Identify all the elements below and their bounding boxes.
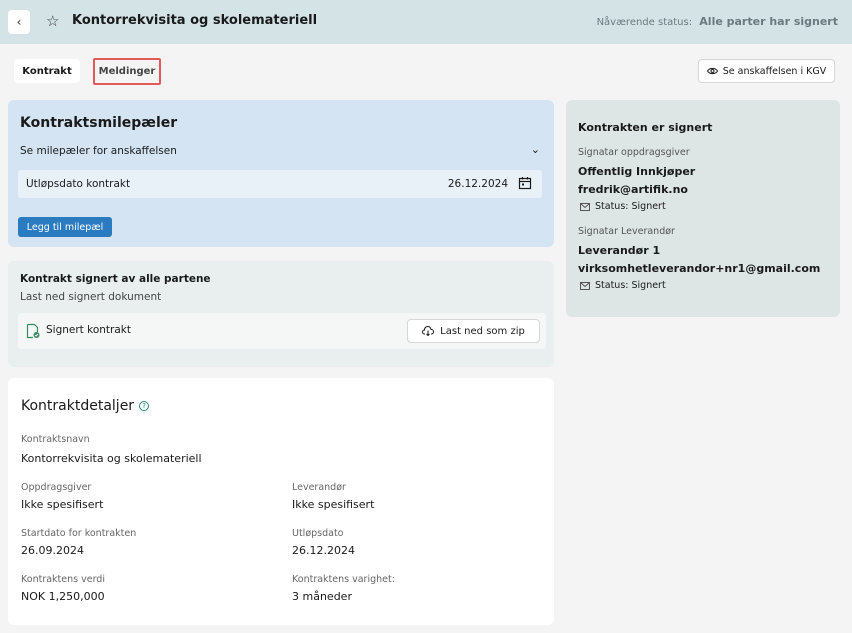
milestone-date: 26.12.2024 xyxy=(447,178,508,190)
chevron-left-icon: ‹ xyxy=(16,15,22,29)
signed-contract-subtitle: Last ned signert dokument xyxy=(20,291,162,303)
tab-kontrakt[interactable]: Kontrakt xyxy=(14,59,80,83)
status-value: Alle parter har signert xyxy=(699,15,838,28)
page-header: ‹ ☆ Kontorrekvisita og skolemateriell Nå… xyxy=(0,0,852,44)
duration-value: 3 måneder xyxy=(292,590,352,603)
signed-contract-title: Kontrakt signert av alle partene xyxy=(20,273,211,285)
signed-document-row: Signert kontrakt Last ned som zip xyxy=(18,313,546,349)
supplier-signatory-name: Leverandør 1 xyxy=(578,244,661,257)
page-title: Kontorrekvisita og skolemateriell xyxy=(72,13,318,28)
milestone-label: Utløpsdato kontrakt xyxy=(26,178,131,190)
status-indicator: Nåværende status: Alle parter har signer… xyxy=(597,15,838,28)
supplier-label: Leverandør xyxy=(292,482,346,493)
client-signatory-email: fredrik@artifik.no xyxy=(578,183,688,196)
envelope-icon xyxy=(580,202,590,211)
download-zip-button[interactable]: Last ned som zip xyxy=(407,319,540,343)
contract-value-label: Kontraktens verdi xyxy=(21,574,105,585)
signed-document-label[interactable]: Signert kontrakt xyxy=(46,324,131,336)
supplier-signatory-email: virksomhetleverandor+nr1@gmail.com xyxy=(578,262,821,275)
cloud-download-icon xyxy=(422,326,435,336)
add-milestone-button[interactable]: Legg til milepæl xyxy=(18,217,112,237)
milestones-card: Kontraktsmilepæler Se milepæler for ansk… xyxy=(8,100,554,247)
download-zip-label: Last ned som zip xyxy=(440,325,525,337)
milestone-row: Utløpsdato kontrakt 26.12.2024 xyxy=(18,170,542,198)
chevron-down-icon[interactable]: ⌄ xyxy=(531,143,540,156)
contract-details-card: Kontraktdetaljer? Kontraktsnavn Kontorre… xyxy=(8,378,554,625)
contract-value-value: NOK 1,250,000 xyxy=(21,590,105,603)
signature-panel-title: Kontrakten er signert xyxy=(578,121,713,134)
client-label: Oppdragsgiver xyxy=(21,482,92,493)
milestones-title: Kontraktsmilepæler xyxy=(20,115,178,131)
status-label: Nåværende status: xyxy=(596,17,693,28)
expiry-date-value: 26.12.2024 xyxy=(292,544,355,557)
tab-meldinger[interactable]: Meldinger xyxy=(93,58,161,85)
signature-panel: Kontrakten er signert Signatar oppdragsg… xyxy=(566,100,840,317)
supplier-status-text: Status: Signert xyxy=(595,280,666,291)
start-date-label: Startdato for kontrakten xyxy=(21,528,137,539)
duration-label: Kontraktens varighet: xyxy=(292,574,395,585)
help-icon[interactable]: ? xyxy=(139,401,150,411)
calendar-icon[interactable] xyxy=(518,176,532,190)
contract-details-heading: Kontraktdetaljer xyxy=(21,398,135,414)
view-in-kgv-button[interactable]: Se anskaffelsen i KGV xyxy=(698,59,835,83)
eye-icon xyxy=(706,67,718,75)
supplier-signatory-label: Signatar Leverandør xyxy=(578,226,675,237)
document-check-icon xyxy=(26,323,40,339)
tab-bar: Kontrakt Meldinger Se anskaffelsen i KGV xyxy=(0,44,852,90)
client-signature-status: Status: Signert xyxy=(580,201,666,212)
contract-name-label: Kontraktsnavn xyxy=(21,434,90,445)
back-button[interactable]: ‹ xyxy=(8,10,30,34)
supplier-signature-status: Status: Signert xyxy=(580,280,666,291)
supplier-value: Ikke spesifisert xyxy=(292,498,375,511)
contract-details-title: Kontraktdetaljer? xyxy=(21,398,150,414)
start-date-value: 26.09.2024 xyxy=(21,544,84,557)
client-status-text: Status: Signert xyxy=(595,201,666,212)
star-icon[interactable]: ☆ xyxy=(46,11,59,31)
view-in-kgv-label: Se anskaffelsen i KGV xyxy=(722,65,827,77)
client-value: Ikke spesifisert xyxy=(21,498,104,511)
client-signatory-name: Offentlig Innkjøper xyxy=(578,165,696,178)
expiry-date-label: Utløpsdato xyxy=(292,528,344,539)
client-signatory-label: Signatar oppdragsgiver xyxy=(578,147,690,158)
signed-contract-card: Kontrakt signert av alle partene Last ne… xyxy=(8,261,554,367)
envelope-icon xyxy=(580,281,590,290)
milestones-toggle-label[interactable]: Se milepæler for anskaffelsen xyxy=(20,145,177,157)
contract-name-value: Kontorrekvisita og skolemateriell xyxy=(21,452,202,465)
